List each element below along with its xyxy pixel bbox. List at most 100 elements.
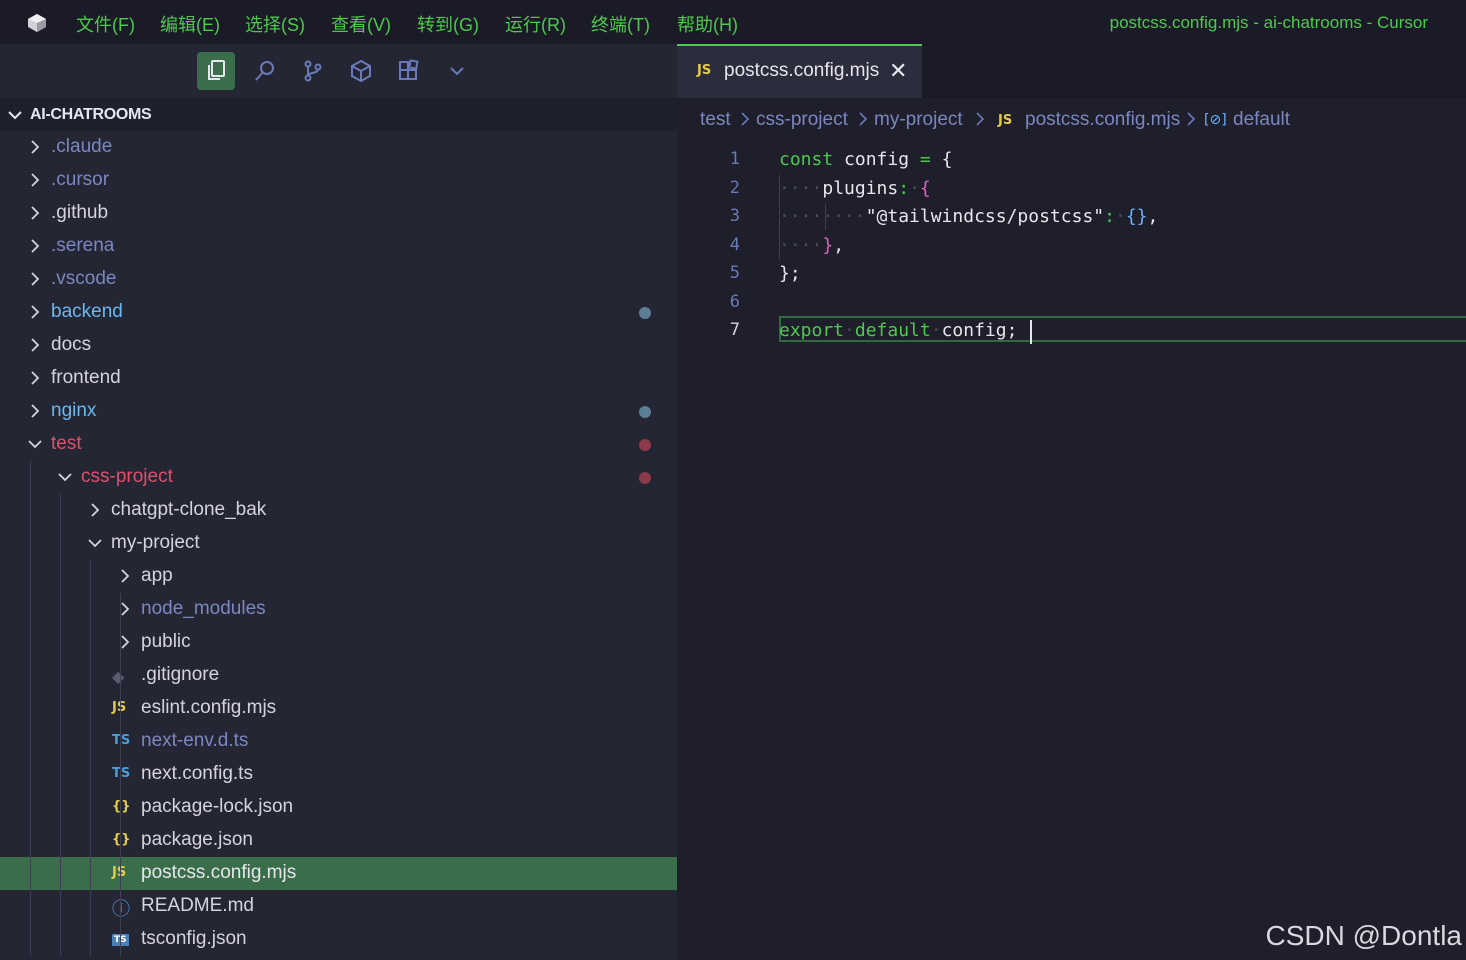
chevron-down-icon[interactable] [438, 52, 476, 90]
status-dot [639, 406, 651, 418]
git-icon: ◆ [112, 667, 125, 686]
file-item-package-lock-json[interactable]: {} package-lock.json [0, 791, 677, 824]
chevron-right-icon [31, 173, 40, 187]
code-text: export·default·config; [779, 320, 1018, 341]
menu-run[interactable]: 运行(R) [505, 11, 566, 37]
file-item-eslint-config-mjs[interactable]: JSeslint.config.mjs [0, 692, 677, 725]
line-number: 4 [729, 235, 740, 255]
folder-item-chatgpt-clone-bak[interactable]: chatgpt-clone_bak [0, 494, 677, 527]
info-icon: ⓘ [112, 899, 130, 920]
item-label: .vscode [51, 268, 117, 289]
chevron-right-icon [31, 272, 40, 286]
extensions-grid-icon[interactable] [390, 52, 428, 90]
ts-icon: TS [112, 766, 131, 781]
file-item-readme-md[interactable]: ⓘ README.md [0, 890, 677, 923]
menu-terminal[interactable]: 终端(T) [591, 11, 650, 37]
item-label: nginx [51, 400, 97, 421]
indent-guide [825, 204, 826, 230]
file-item-postcss-config-mjs[interactable]: JSpostcss.config.mjs [0, 857, 677, 890]
watermark: CSDN @Dontla [1265, 920, 1462, 951]
chevron-right-icon [741, 112, 750, 126]
explorer-icon[interactable] [197, 52, 235, 90]
breadcrumb-default[interactable]: default [1233, 109, 1290, 131]
folder-item-css-project[interactable]: css-project [0, 461, 677, 494]
item-label: README.md [141, 895, 254, 916]
file-item-next-env-d-ts[interactable]: TS next-env.d.ts [0, 725, 677, 758]
item-label: css-project [81, 466, 173, 487]
chevron-right-icon [31, 206, 40, 220]
chevron-right-icon [859, 112, 868, 126]
item-label: docs [51, 334, 92, 355]
folder-item-my-project[interactable]: my-project [0, 527, 677, 560]
folder-item-test[interactable]: test [0, 428, 677, 461]
title-bar: 文件(F) 编辑(E) 选择(S) 查看(V) 转到(G) 运行(R) 终端(T… [0, 0, 1466, 44]
status-dot [639, 307, 651, 319]
chevron-right-icon [31, 371, 40, 385]
folder-item-vscode[interactable]: .vscode [0, 263, 677, 296]
menu-view[interactable]: 查看(V) [331, 11, 391, 37]
item-label: .claude [51, 136, 113, 157]
chevron-right-icon [31, 140, 40, 154]
line-number: 2 [729, 178, 740, 198]
indent-guide [779, 175, 780, 259]
code-line: 4 ····}, [677, 233, 1466, 261]
item-label: package-lock.json [141, 796, 294, 817]
close-icon[interactable]: ✕ [889, 58, 907, 84]
breadcrumb-my-project[interactable]: my-project [874, 109, 963, 131]
item-label: backend [51, 301, 123, 322]
menu-edit[interactable]: 编辑(E) [160, 11, 220, 37]
breadcrumb-file[interactable]: postcss.config.mjs [1025, 109, 1180, 131]
tree-indent-guide [120, 593, 121, 956]
sidebar: AI-CHATROOMS .claude .cursor .github .seren… [0, 44, 677, 960]
file-item-package-json[interactable]: {} package.json [0, 824, 677, 857]
code-text: const config = { [779, 149, 953, 170]
status-dot [639, 472, 651, 484]
menu-go[interactable]: 转到(G) [417, 11, 479, 37]
line-number: 7 [729, 320, 740, 340]
chevron-right-icon [976, 112, 985, 126]
code-line: 1 const config = { [677, 147, 1466, 175]
item-label: tsconfig.json [141, 928, 247, 949]
folder-item-nginx[interactable]: nginx [0, 395, 677, 428]
item-label: .cursor [51, 169, 110, 190]
json-icon: {} [112, 832, 131, 847]
file-item-tsconfig-json[interactable]: TStsconfig.json [0, 923, 677, 956]
folder-item-public[interactable]: public [0, 626, 677, 659]
extensions-icon[interactable] [342, 52, 380, 90]
line-number: 5 [729, 263, 740, 283]
tab-label: postcss.config.mjs [724, 60, 880, 81]
breadcrumb-test[interactable]: test [700, 109, 731, 131]
item-label: frontend [51, 367, 121, 388]
status-dot [639, 439, 651, 451]
folder-item-claude[interactable]: .claude [0, 131, 677, 164]
breadcrumb-css-project[interactable]: css-project [756, 109, 848, 131]
code-line: 6 [677, 290, 1466, 318]
search-icon[interactable] [246, 52, 284, 90]
folder-item-frontend[interactable]: frontend [0, 362, 677, 395]
file-item-gitignore[interactable]: ◆ .gitignore [0, 659, 677, 692]
tree-indent-guide [60, 494, 61, 956]
tab-postcss-config[interactable]: JS postcss.config.mjs ✕ [677, 44, 922, 98]
item-label: public [141, 631, 191, 652]
chevron-right-icon [31, 305, 40, 319]
menu-help[interactable]: 帮助(H) [677, 11, 738, 37]
explorer-header[interactable]: AI-CHATROOMS [0, 98, 677, 131]
folder-item-github[interactable]: .github [0, 197, 677, 230]
folder-item-cursor[interactable]: .cursor [0, 164, 677, 197]
file-item-next-config-ts[interactable]: TS next.config.ts [0, 758, 677, 791]
folder-item-docs[interactable]: docs [0, 329, 677, 362]
folder-item-app[interactable]: app [0, 560, 677, 593]
code-line: 5 }; [677, 261, 1466, 289]
folder-item-node-modules[interactable]: node_modules [0, 593, 677, 626]
menu-file[interactable]: 文件(F) [76, 11, 135, 37]
chevron-right-icon [121, 569, 130, 583]
source-control-icon[interactable] [294, 52, 332, 90]
js-icon: JS [998, 113, 1013, 128]
line-number: 6 [729, 292, 740, 312]
chevron-right-icon [31, 404, 40, 418]
menu-selection[interactable]: 选择(S) [245, 11, 305, 37]
folder-item-serena[interactable]: .serena [0, 230, 677, 263]
folder-item-backend[interactable]: backend [0, 296, 677, 329]
item-label: chatgpt-clone_bak [111, 499, 267, 520]
code-line: 2 ····plugins:·{ [677, 176, 1466, 204]
